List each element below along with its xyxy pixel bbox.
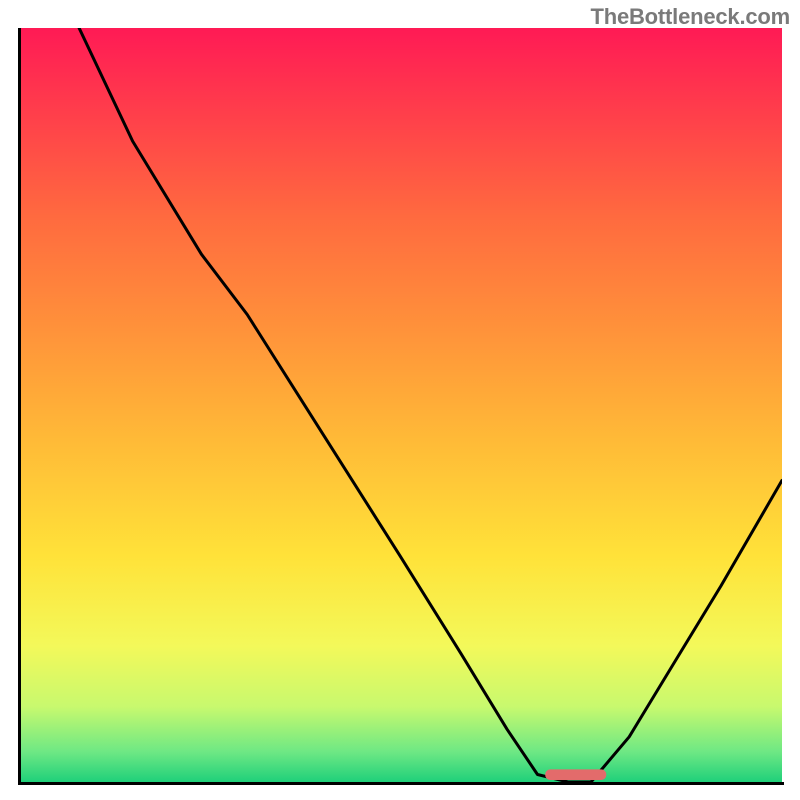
y-axis-line bbox=[18, 28, 21, 784]
watermark-text: TheBottleneck.com bbox=[590, 4, 790, 30]
bottleneck-chart-svg bbox=[18, 28, 782, 782]
plot-area bbox=[18, 28, 782, 782]
x-axis-line bbox=[18, 782, 784, 785]
optimal-marker bbox=[545, 769, 606, 780]
chart-frame: TheBottleneck.com bbox=[0, 0, 800, 800]
